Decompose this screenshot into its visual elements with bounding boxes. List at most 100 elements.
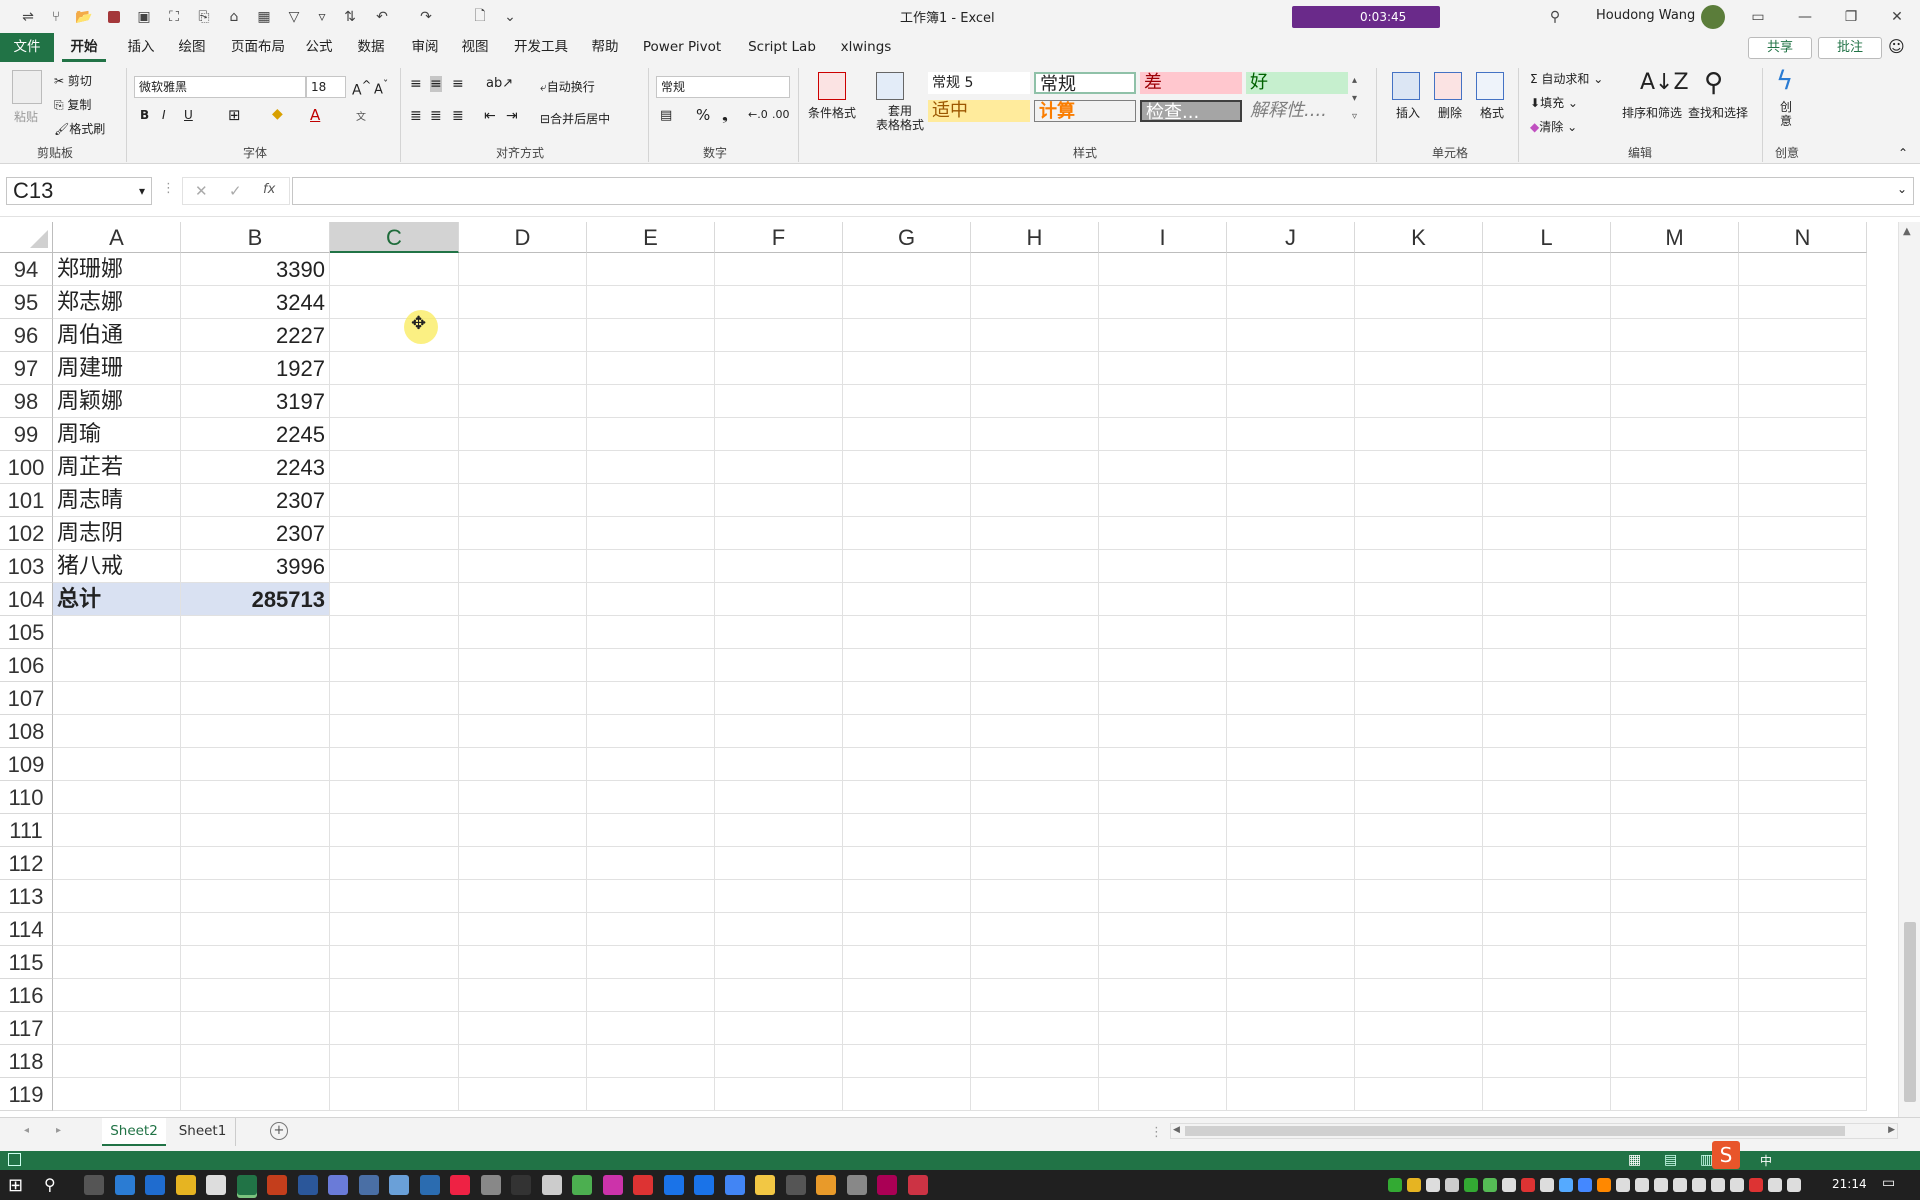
row-header[interactable]: 117 (0, 1012, 53, 1045)
creative-button[interactable]: 创 意 (1780, 100, 1792, 128)
clear-filter-icon[interactable]: ▿ (312, 7, 332, 27)
app-icon[interactable] (602, 1175, 623, 1195)
app-icon[interactable] (328, 1175, 348, 1195)
app-icon[interactable] (877, 1175, 897, 1195)
cell[interactable] (715, 385, 843, 418)
clear-button[interactable]: ◆清除 ⌄ (1530, 118, 1577, 135)
cell[interactable] (1739, 616, 1867, 649)
tab-9[interactable]: 开发工具 (506, 33, 576, 62)
row-header[interactable]: 101 (0, 484, 53, 517)
cell[interactable] (971, 1045, 1099, 1078)
cell[interactable] (1739, 286, 1867, 319)
cell[interactable] (459, 649, 587, 682)
cell[interactable] (1355, 781, 1483, 814)
tray-icon[interactable] (1597, 1178, 1611, 1192)
cell[interactable] (53, 1078, 181, 1111)
italic-button[interactable]: I (162, 108, 166, 122)
recording-panel[interactable]: 0:03:45 (1292, 6, 1440, 28)
cell[interactable] (53, 649, 181, 682)
cell[interactable] (1739, 583, 1867, 616)
row-header[interactable]: 97 (0, 352, 53, 385)
cell[interactable] (1483, 748, 1611, 781)
tab-1[interactable]: 开始 (62, 33, 106, 62)
cell[interactable] (843, 880, 971, 913)
ie-icon[interactable] (145, 1175, 165, 1195)
cell[interactable] (181, 847, 330, 880)
cell[interactable] (1483, 913, 1611, 946)
tray-icon[interactable] (1540, 1178, 1554, 1192)
tray-icon[interactable] (1407, 1178, 1421, 1192)
autosum-button[interactable]: Σ 自动求和 ⌄ (1530, 70, 1603, 87)
cell[interactable] (971, 715, 1099, 748)
cell[interactable] (1483, 385, 1611, 418)
enter-icon[interactable]: ✓ (229, 182, 242, 200)
cell[interactable] (459, 682, 587, 715)
cell[interactable] (1355, 418, 1483, 451)
comma-icon[interactable]: ❟ (722, 106, 728, 124)
app-icon[interactable] (907, 1175, 928, 1195)
cell[interactable] (330, 484, 459, 517)
cell[interactable] (843, 418, 971, 451)
excel-icon[interactable] (236, 1175, 257, 1195)
cell[interactable] (459, 385, 587, 418)
cell[interactable] (1483, 418, 1611, 451)
merge-center-button[interactable]: ⊟合并后居中 (540, 110, 610, 127)
row-header[interactable]: 113 (0, 880, 53, 913)
underline-button[interactable]: U (184, 108, 193, 122)
bold-button[interactable]: B (140, 108, 149, 122)
cell[interactable] (1739, 385, 1867, 418)
sort-filter-icon[interactable]: A↓Z (1640, 70, 1689, 95)
cell[interactable] (1227, 517, 1355, 550)
number-format-select[interactable]: 常规 (656, 76, 790, 98)
cell[interactable] (1739, 352, 1867, 385)
cell[interactable] (330, 286, 459, 319)
cell[interactable] (715, 253, 843, 286)
cell[interactable] (843, 451, 971, 484)
cell[interactable] (1227, 682, 1355, 715)
sogou-ime-icon[interactable]: S (1712, 1141, 1740, 1169)
cell[interactable] (1739, 814, 1867, 847)
cell[interactable] (587, 682, 715, 715)
cell[interactable] (1739, 550, 1867, 583)
cell[interactable] (1739, 319, 1867, 352)
cell[interactable]: 2307 (181, 517, 330, 550)
cell[interactable] (843, 715, 971, 748)
insert-cells-button[interactable]: 插入 (1396, 104, 1420, 121)
cell[interactable] (1611, 484, 1739, 517)
cell[interactable] (971, 649, 1099, 682)
delete-cells-button[interactable]: 删除 (1438, 104, 1462, 121)
cell[interactable] (1099, 253, 1227, 286)
cell[interactable] (715, 319, 843, 352)
cell[interactable] (587, 1045, 715, 1078)
app-icon[interactable] (694, 1175, 714, 1195)
cell[interactable] (715, 814, 843, 847)
style-bad[interactable]: 差 (1140, 72, 1242, 94)
cell[interactable] (330, 979, 459, 1012)
undo-icon[interactable]: ↶ (372, 7, 392, 27)
cell[interactable] (587, 979, 715, 1012)
cell[interactable] (181, 814, 330, 847)
cell[interactable] (459, 418, 587, 451)
cell[interactable] (459, 286, 587, 319)
open-icon[interactable]: 📂 (74, 7, 94, 27)
cell[interactable] (459, 913, 587, 946)
cell[interactable] (587, 715, 715, 748)
cell[interactable] (587, 913, 715, 946)
cell[interactable]: 猪八戒 (53, 550, 181, 583)
cell[interactable] (971, 484, 1099, 517)
close-icon[interactable]: ✕ (1887, 7, 1907, 27)
tab-13[interactable]: xlwings (838, 33, 894, 62)
calendar-icon[interactable] (419, 1175, 440, 1195)
cell[interactable] (1355, 748, 1483, 781)
cell[interactable] (1355, 352, 1483, 385)
cell[interactable] (1739, 1012, 1867, 1045)
cell[interactable] (1227, 913, 1355, 946)
select-icon[interactable]: ⛶ (164, 7, 184, 27)
conditional-format-button[interactable]: 条件格式 (808, 104, 856, 121)
cell[interactable] (53, 979, 181, 1012)
cell[interactable] (330, 748, 459, 781)
cell[interactable]: 郑珊娜 (53, 253, 181, 286)
cell[interactable] (843, 286, 971, 319)
cell[interactable] (1483, 781, 1611, 814)
font-name-select[interactable]: 微软雅黑 (134, 76, 306, 98)
